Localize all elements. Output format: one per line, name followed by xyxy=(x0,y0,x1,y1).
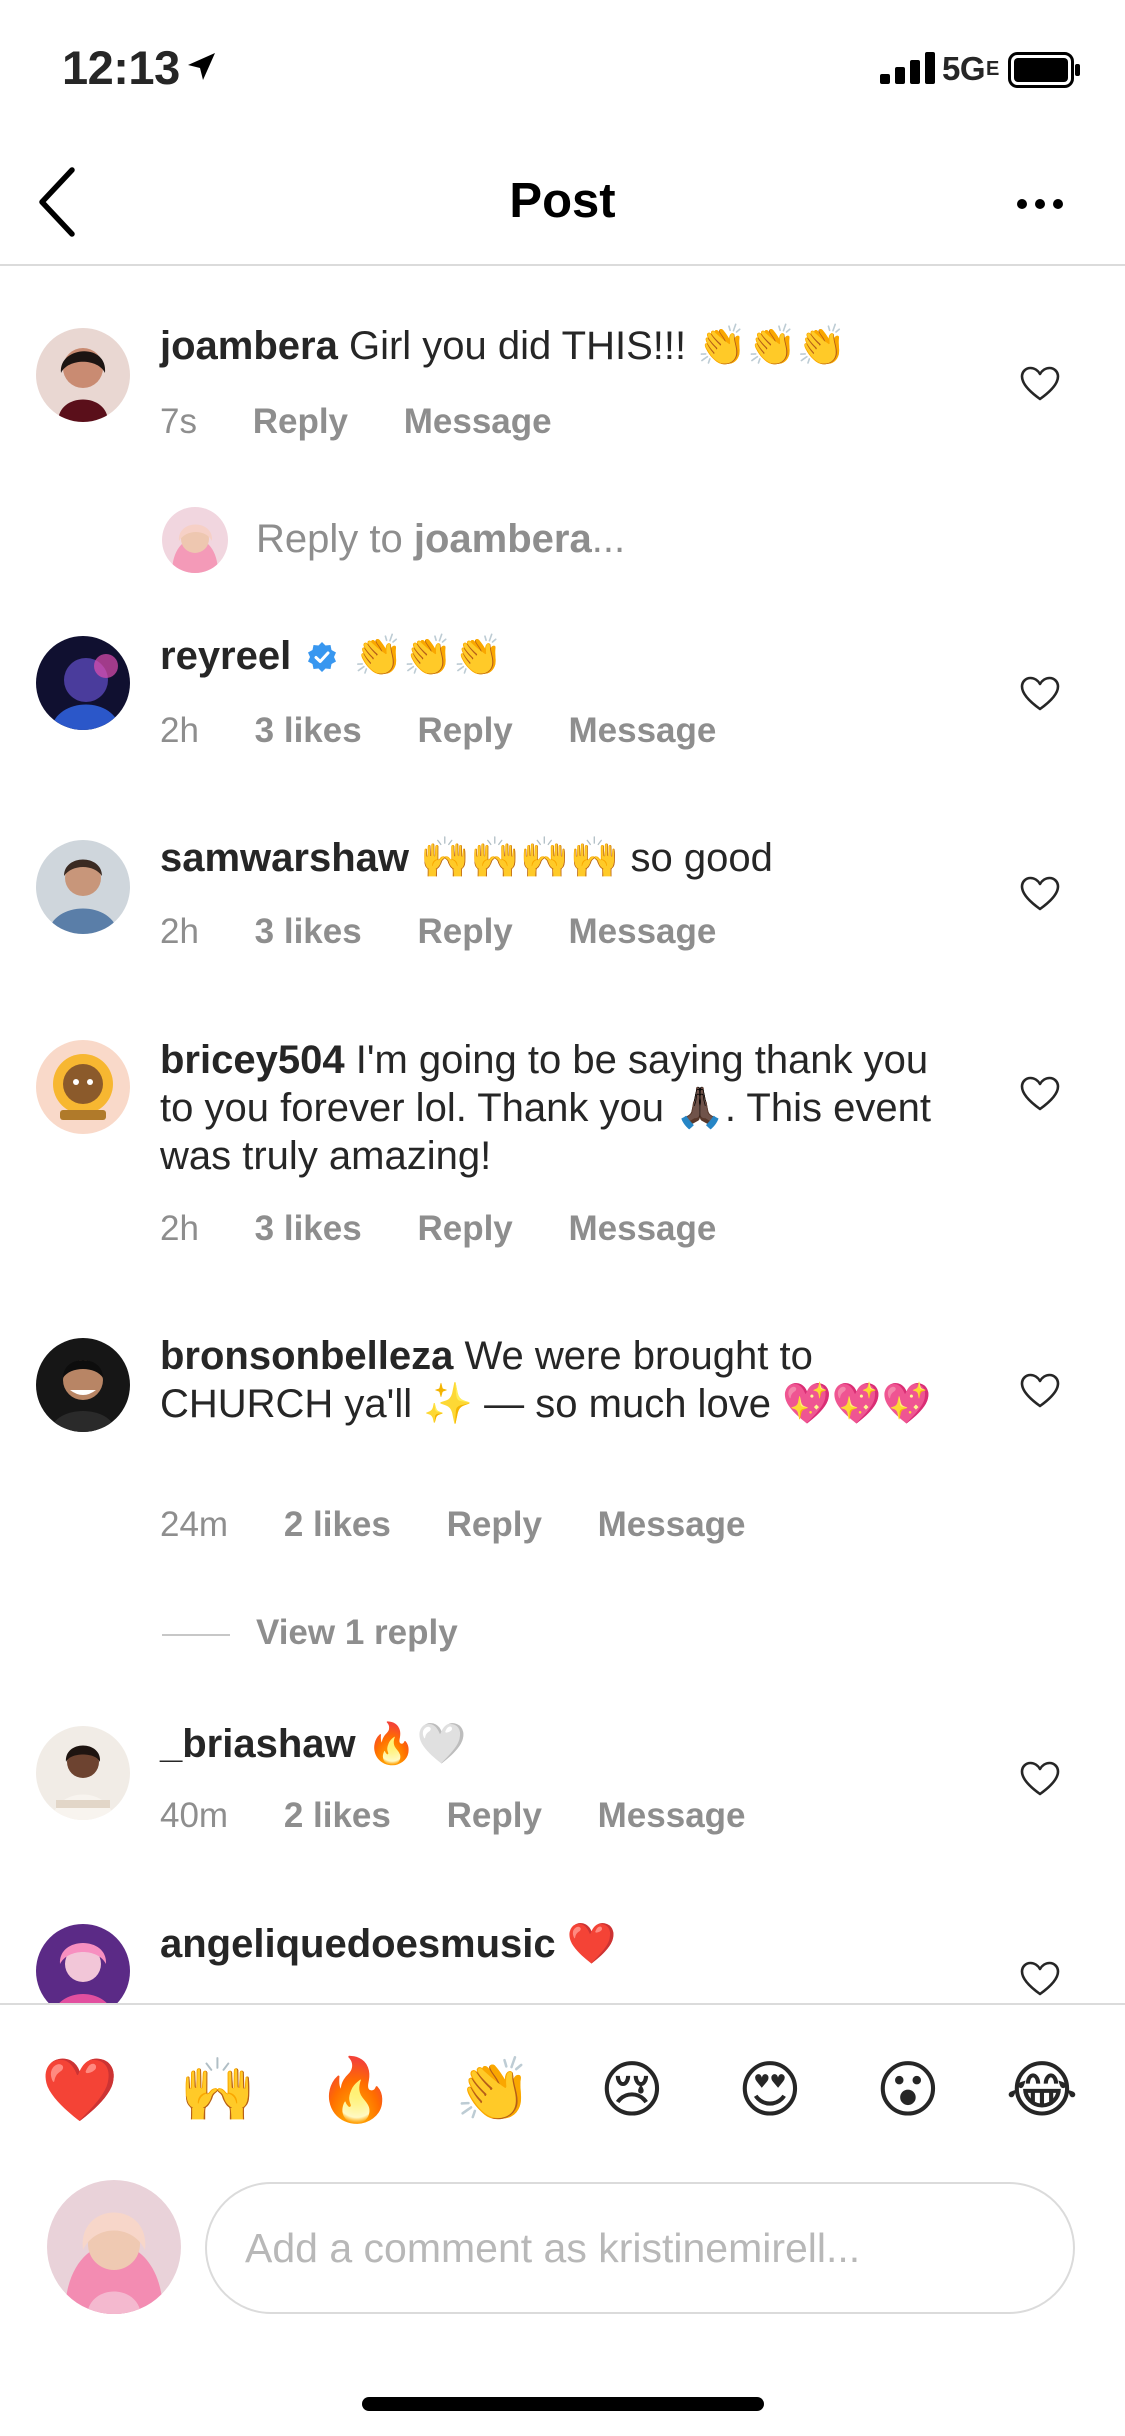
message-button[interactable]: Message xyxy=(569,912,717,951)
quick-emoji-laughing[interactable]: 😂 xyxy=(1002,2050,1082,2130)
avatar[interactable] xyxy=(36,636,130,730)
comment-username[interactable]: angeliquedoesmusic xyxy=(160,1922,556,1966)
quick-emoji-raised-hands[interactable]: 🙌 xyxy=(178,2050,258,2130)
heart-icon[interactable] xyxy=(1020,366,1060,402)
status-time: 12:13 xyxy=(62,41,180,94)
message-button[interactable]: Message xyxy=(404,402,552,441)
comment-text: joambera Girl you did THIS!!! 👏👏👏 xyxy=(160,322,960,370)
quick-emoji-bar: ❤️ 🙌 🔥 👏 😢 😍 😮 😂 xyxy=(0,2050,1125,2130)
comment-username[interactable]: bronsonbelleza xyxy=(160,1334,453,1378)
home-indicator xyxy=(362,2397,764,2411)
comment-time: 2h xyxy=(160,1209,199,1248)
comment-meta: 2h 3 likes Reply Message xyxy=(160,711,762,751)
network-sub-label: E xyxy=(986,58,1000,80)
network-label: 5G xyxy=(942,50,986,87)
nav-bar: Post xyxy=(0,140,1125,266)
reply-prompt-suffix: ... xyxy=(591,517,626,561)
comment-meta: 40m 2 likes Reply Message xyxy=(160,1796,792,1836)
comment-text: bricey504 I'm going to be saying thank y… xyxy=(160,1036,960,1180)
comment-emoji: ❤️ xyxy=(566,1921,617,1967)
comment-message: Girl you did THIS!!! xyxy=(348,324,687,368)
quick-emoji-clap[interactable]: 👏 xyxy=(454,2050,534,2130)
reply-prompt-prefix: Reply to xyxy=(256,517,403,561)
reply-button[interactable]: Reply xyxy=(417,912,512,951)
message-button[interactable]: Message xyxy=(598,1796,746,1835)
comment-text: samwarshaw 🙌🙌🙌🙌 so good xyxy=(160,834,960,882)
message-button[interactable]: Message xyxy=(598,1505,746,1544)
comment-emoji: 👏👏👏 xyxy=(697,323,847,369)
more-options-icon[interactable] xyxy=(1010,184,1070,224)
comment-text: angeliquedoesmusic ❤️ xyxy=(160,1920,960,1968)
reply-button[interactable]: Reply xyxy=(447,1796,542,1835)
view-replies-divider xyxy=(162,1634,230,1636)
quick-emoji-heart[interactable]: ❤️ xyxy=(40,2050,120,2130)
comment-meta: 24m 2 likes Reply Message xyxy=(160,1505,792,1545)
comment-meta: 2h 3 likes Reply Message xyxy=(160,912,762,952)
comment-input[interactable] xyxy=(205,2182,1075,2314)
comment-emoji: 🔥🤍 xyxy=(366,1721,467,1767)
likes-count[interactable]: 3 likes xyxy=(255,912,362,951)
comment-username[interactable]: joambera xyxy=(160,324,338,368)
likes-count[interactable]: 2 likes xyxy=(284,1796,391,1835)
avatar[interactable] xyxy=(36,1338,130,1432)
likes-count[interactable]: 3 likes xyxy=(255,711,362,750)
heart-icon[interactable] xyxy=(1020,876,1060,912)
heart-icon[interactable] xyxy=(1020,1961,1060,1997)
comment-meta: 2h 3 likes Reply Message xyxy=(160,1209,762,1249)
comment-composer: ❤️ 🙌 🔥 👏 😢 😍 😮 😂 xyxy=(0,2003,1125,2436)
comment-emoji: 👏👏👏 xyxy=(353,633,503,679)
comment-message: so good xyxy=(630,836,773,880)
comment-emoji: 🙌🙌🙌🙌 xyxy=(420,835,620,881)
comment-time: 40m xyxy=(160,1796,229,1835)
heart-icon[interactable] xyxy=(1020,676,1060,712)
comment-time: 2h xyxy=(160,711,199,750)
reply-prompt-text: Reply to joambera... xyxy=(256,517,625,562)
comment-message-continued: — so much love xyxy=(484,1382,771,1426)
reply-button[interactable]: Reply xyxy=(417,1209,512,1248)
comment-text: bronsonbelleza We were brought to CHURCH… xyxy=(160,1332,960,1428)
comment-username[interactable]: samwarshaw xyxy=(160,836,409,880)
comment-emoji-2: 💖💖💖 xyxy=(782,1381,932,1427)
reply-button[interactable]: Reply xyxy=(447,1505,542,1544)
comment-username[interactable]: reyreel xyxy=(160,634,291,678)
avatar[interactable] xyxy=(36,840,130,934)
message-button[interactable]: Message xyxy=(569,711,717,750)
status-bar: 12:13 5G E xyxy=(0,0,1125,140)
likes-count[interactable]: 3 likes xyxy=(255,1209,362,1248)
quick-emoji-surprised[interactable]: 😮 xyxy=(868,2050,948,2130)
my-avatar xyxy=(47,2180,181,2314)
location-arrow-icon xyxy=(188,53,215,80)
comment-text: reyreel 👏👏👏 xyxy=(160,632,960,680)
comment-time: 2h xyxy=(160,912,199,951)
message-button[interactable]: Message xyxy=(569,1209,717,1248)
my-avatar-small xyxy=(162,507,228,573)
heart-icon[interactable] xyxy=(1020,1761,1060,1797)
comment-emoji: 🙏🏿 xyxy=(675,1085,725,1131)
quick-emoji-fire[interactable]: 🔥 xyxy=(316,2050,396,2130)
heart-icon[interactable] xyxy=(1020,1373,1060,1409)
comment-text: _briashaw 🔥🤍 xyxy=(160,1720,960,1768)
comment-username[interactable]: bricey504 xyxy=(160,1038,345,1082)
comment-time: 24m xyxy=(160,1505,229,1544)
comment-meta: 7s Reply Message xyxy=(160,402,598,442)
avatar[interactable] xyxy=(36,328,130,422)
quick-emoji-heart-eyes[interactable]: 😍 xyxy=(730,2050,810,2130)
reply-prompt-username: joambera xyxy=(413,517,592,561)
likes-count[interactable]: 2 likes xyxy=(284,1505,391,1544)
quick-emoji-crying[interactable]: 😢 xyxy=(592,2050,672,2130)
heart-icon[interactable] xyxy=(1020,1076,1060,1112)
avatar[interactable] xyxy=(36,1726,130,1820)
signal-icon xyxy=(880,52,935,84)
avatar[interactable] xyxy=(36,1040,130,1134)
battery-icon xyxy=(1008,52,1080,88)
view-replies-label: View 1 reply xyxy=(256,1613,458,1652)
comment-emoji: ✨ xyxy=(423,1381,474,1427)
reply-button[interactable]: Reply xyxy=(253,402,348,441)
verified-badge-icon xyxy=(308,642,337,672)
page-title: Post xyxy=(509,174,616,228)
reply-button[interactable]: Reply xyxy=(417,711,512,750)
comment-username[interactable]: _briashaw xyxy=(160,1722,356,1766)
comment-time: 7s xyxy=(160,402,197,441)
